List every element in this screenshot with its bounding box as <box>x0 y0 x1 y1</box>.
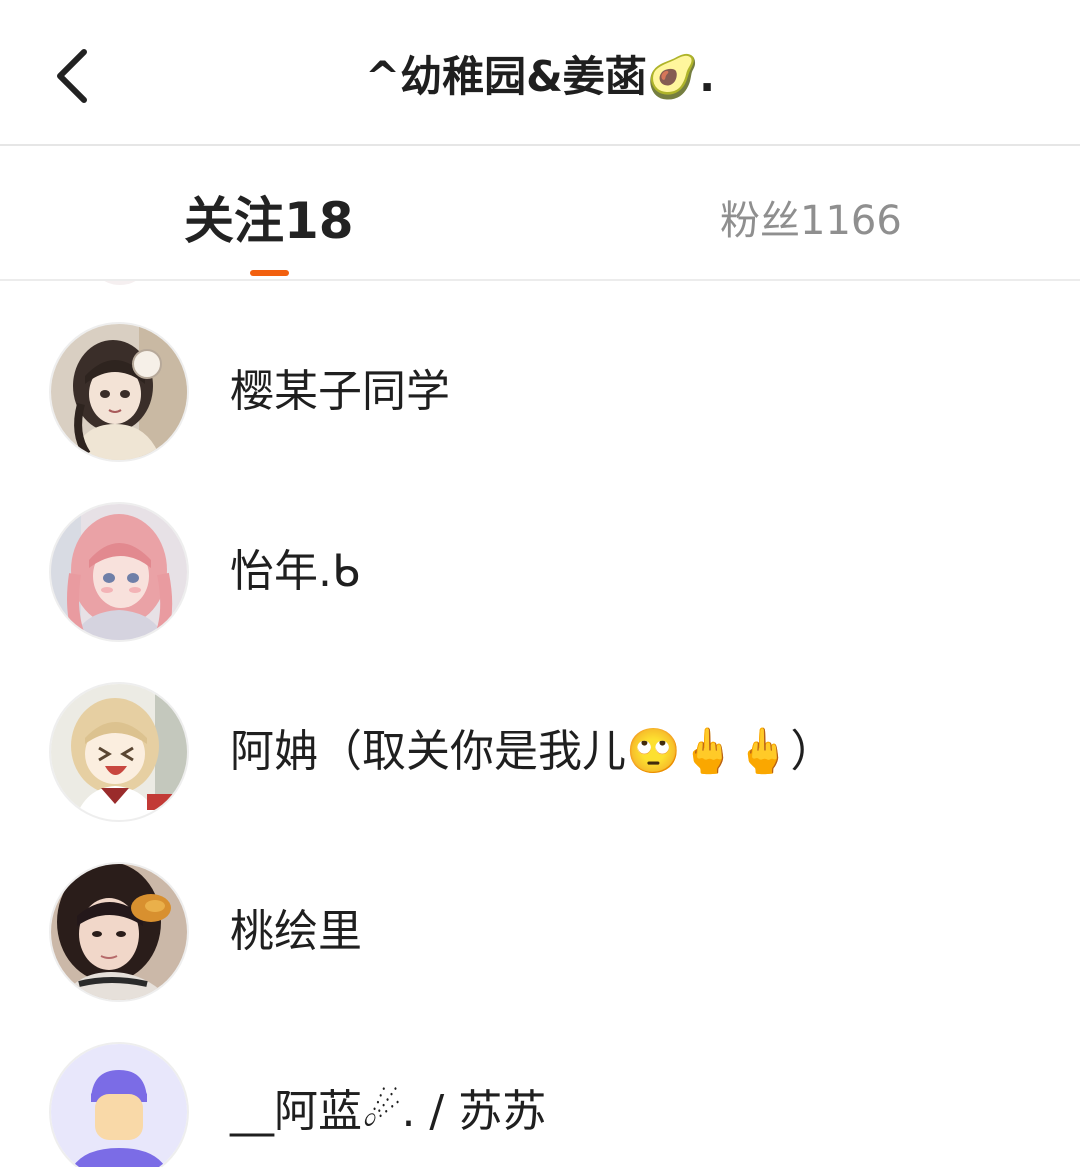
list-item[interactable]: 阿姌（取关你是我儿🙄🖕🖕） <box>0 641 1080 822</box>
anime-girl-pink-hair-avatar <box>51 504 187 640</box>
list-item[interactable]: 桃绘里 <box>0 821 1080 1002</box>
active-tab-indicator <box>250 270 289 276</box>
avatar[interactable] <box>49 502 189 642</box>
anime-girl-laughing-avatar <box>51 684 187 820</box>
page-title: ^幼稚园&姜菡🥑. <box>364 52 716 101</box>
tab-fans[interactable]: 粉丝1166 <box>720 186 902 256</box>
avatar[interactable] <box>49 862 189 1002</box>
avatar[interactable] <box>49 322 189 462</box>
user-name: __阿蓝☄. / 苏苏 <box>230 1086 547 1137</box>
anime-girl-headphones-avatar <box>51 324 187 460</box>
following-list: 樱某子同学 怡年.ᑲ 阿姌（取关你是我儿🙄🖕🖕） 桃绘里 __阿蓝☄. / 苏苏 <box>0 281 1080 1167</box>
user-name: 桃绘里 <box>230 906 362 957</box>
tab-following[interactable]: 关注18 <box>184 186 354 256</box>
list-item[interactable]: 樱某子同学 <box>0 281 1080 462</box>
avatar[interactable] <box>49 682 189 822</box>
list-item[interactable]: 怡年.ᑲ <box>0 461 1080 642</box>
avatar[interactable] <box>49 1042 189 1167</box>
top-bar: ^幼稚园&姜菡🥑. <box>0 0 1080 146</box>
girl-photo-eating-avatar <box>51 864 187 1000</box>
user-name: 阿姌（取关你是我儿🙄🖕🖕） <box>230 726 835 777</box>
user-name: 怡年.ᑲ <box>230 546 360 597</box>
tab-bar: 关注18 粉丝1166 <box>0 146 1080 281</box>
default-user-avatar <box>51 1044 187 1167</box>
list-item[interactable]: __阿蓝☄. / 苏苏 <box>0 1001 1080 1167</box>
user-name: 樱某子同学 <box>230 366 450 417</box>
